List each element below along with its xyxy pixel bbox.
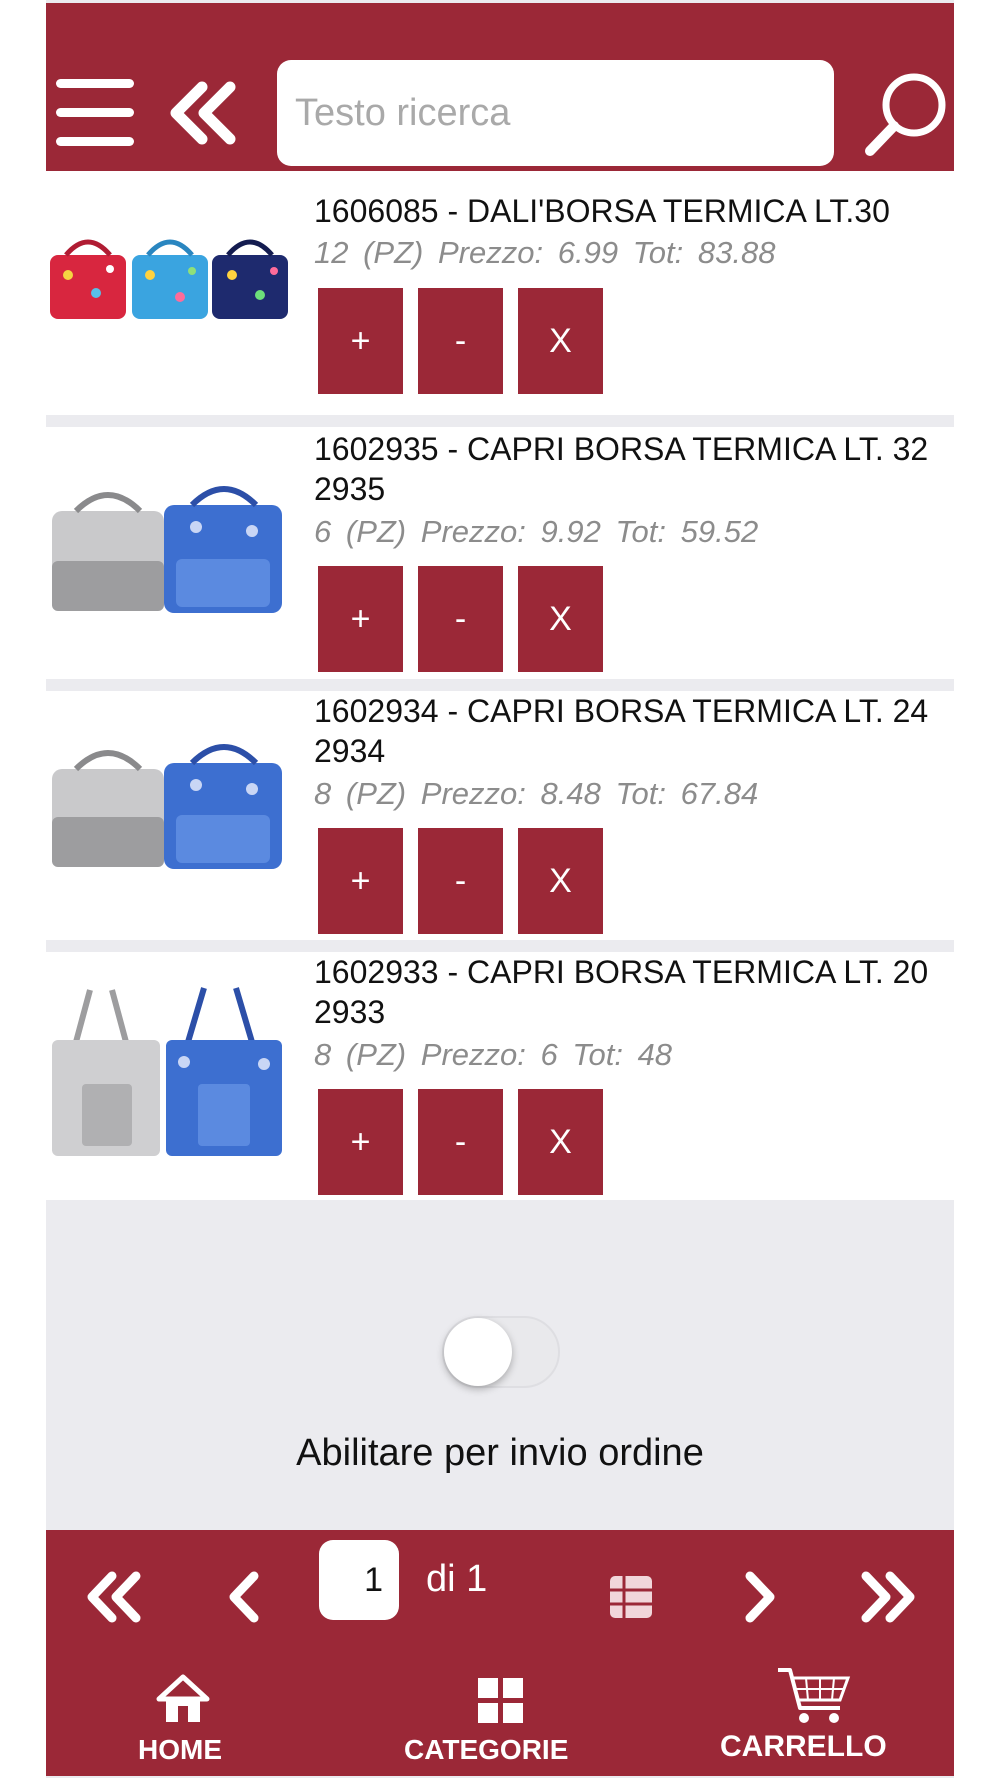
item-unit: (PZ) — [363, 235, 424, 270]
tab-home-label: HOME — [138, 1734, 222, 1765]
first-page-icon[interactable] — [78, 1560, 152, 1634]
item-title: 1602935 - CAPRI BORSA TERMICA LT. 32 293… — [314, 431, 929, 507]
product-image — [46, 171, 291, 415]
product-image — [46, 427, 291, 679]
item-qty: 12 — [314, 235, 349, 270]
item-unit: (PZ) — [345, 776, 407, 811]
next-page-icon[interactable] — [722, 1560, 796, 1634]
cart-item: 1602933 - CAPRI BORSA TERMICA LT. 20 293… — [46, 952, 954, 1200]
total-label: Tot: — [615, 514, 667, 549]
item-divider — [46, 940, 954, 952]
item-title: 1602933 - CAPRI BORSA TERMICA LT. 20 293… — [314, 954, 929, 1030]
item-total: 59.52 — [680, 514, 759, 549]
tab-carrello[interactable]: CARRELLO — [718, 1664, 928, 1776]
price-label: Prezzo: — [420, 776, 526, 811]
order-enable-toggle[interactable] — [442, 1316, 560, 1388]
product-image — [46, 691, 291, 940]
remove-button[interactable]: X — [518, 828, 603, 934]
toggle-knob — [444, 1318, 512, 1386]
price-label: Prezzo: — [420, 514, 526, 549]
increase-button[interactable]: + — [318, 288, 403, 394]
item-divider — [46, 679, 954, 691]
decrease-button[interactable]: - — [418, 1089, 503, 1195]
grid-icon — [478, 1678, 523, 1723]
item-total: 67.84 — [680, 776, 759, 811]
search-input[interactable] — [277, 60, 834, 166]
increase-button[interactable]: + — [318, 828, 403, 934]
tab-categorie[interactable]: CATEGORIE — [396, 1664, 606, 1776]
item-price: 6 — [540, 1037, 558, 1072]
cart-item: 1602935 - CAPRI BORSA TERMICA LT. 32 293… — [46, 427, 954, 679]
double-chevron-left-icon[interactable] — [168, 79, 240, 147]
remove-button[interactable]: X — [518, 288, 603, 394]
list-view-icon[interactable] — [594, 1560, 668, 1634]
tab-categorie-label: CATEGORIE — [404, 1734, 569, 1765]
cart-item-list: 1606085 - DALI'BORSA TERMICA LT.30 12 (P… — [46, 171, 954, 1200]
item-price-line: 8 (PZ) Prezzo: 8.48 Tot: 67.84 — [314, 776, 758, 812]
decrease-button[interactable]: - — [418, 288, 503, 394]
cart-item: 1602934 - CAPRI BORSA TERMICA LT. 24 293… — [46, 691, 954, 940]
hamburger-icon[interactable] — [56, 79, 134, 147]
order-toggle-label: Abilitare per invio ordine — [296, 1432, 704, 1474]
item-divider — [46, 415, 954, 427]
increase-button[interactable]: + — [318, 566, 403, 672]
pagination-bar: di 1 — [46, 1530, 954, 1664]
page-number-input[interactable] — [319, 1540, 399, 1620]
home-icon — [156, 1674, 210, 1722]
remove-button[interactable]: X — [518, 1089, 603, 1195]
item-price-line: 8 (PZ) Prezzo: 6 Tot: 48 — [314, 1037, 672, 1073]
previous-page-icon[interactable] — [208, 1560, 282, 1634]
item-price: 8.48 — [540, 776, 601, 811]
total-label: Tot: — [615, 776, 667, 811]
magnifier-icon[interactable] — [862, 69, 952, 159]
item-unit: (PZ) — [345, 1037, 407, 1072]
item-price-line: 12 (PZ) Prezzo: 6.99 Tot: 83.88 — [314, 235, 775, 271]
item-qty: 8 — [314, 776, 332, 811]
tab-home[interactable]: HOME — [106, 1664, 276, 1776]
app-screen: 1606085 - DALI'BORSA TERMICA LT.30 12 (P… — [46, 0, 954, 1778]
item-total: 48 — [637, 1037, 673, 1072]
decrease-button[interactable]: - — [418, 566, 503, 672]
cart-item: 1606085 - DALI'BORSA TERMICA LT.30 12 (P… — [46, 171, 954, 415]
item-unit: (PZ) — [345, 514, 407, 549]
item-title: 1602934 - CAPRI BORSA TERMICA LT. 24 293… — [314, 693, 929, 769]
remove-button[interactable]: X — [518, 566, 603, 672]
item-total: 83.88 — [697, 235, 776, 270]
decrease-button[interactable]: - — [418, 828, 503, 934]
item-price: 9.92 — [540, 514, 601, 549]
cart-icon — [778, 1668, 851, 1723]
product-image — [46, 952, 291, 1200]
increase-button[interactable]: + — [318, 1089, 403, 1195]
item-qty: 8 — [314, 1037, 332, 1072]
price-label: Prezzo: — [420, 1037, 526, 1072]
item-price-line: 6 (PZ) Prezzo: 9.92 Tot: 59.52 — [314, 514, 758, 550]
item-title: 1606085 - DALI'BORSA TERMICA LT.30 — [314, 193, 890, 229]
page-total-label: di 1 — [426, 1558, 488, 1600]
tab-carrello-label: CARRELLO — [720, 1730, 887, 1763]
total-label: Tot: — [572, 1037, 623, 1072]
item-qty: 6 — [314, 514, 332, 549]
last-page-icon[interactable] — [850, 1560, 924, 1634]
total-label: Tot: — [632, 235, 684, 270]
bottom-tab-bar: HOME CATEGORIE CARRELLO — [46, 1664, 954, 1776]
item-price: 6.99 — [557, 235, 619, 270]
top-bar — [46, 3, 954, 171]
price-label: Prezzo: — [438, 235, 544, 270]
